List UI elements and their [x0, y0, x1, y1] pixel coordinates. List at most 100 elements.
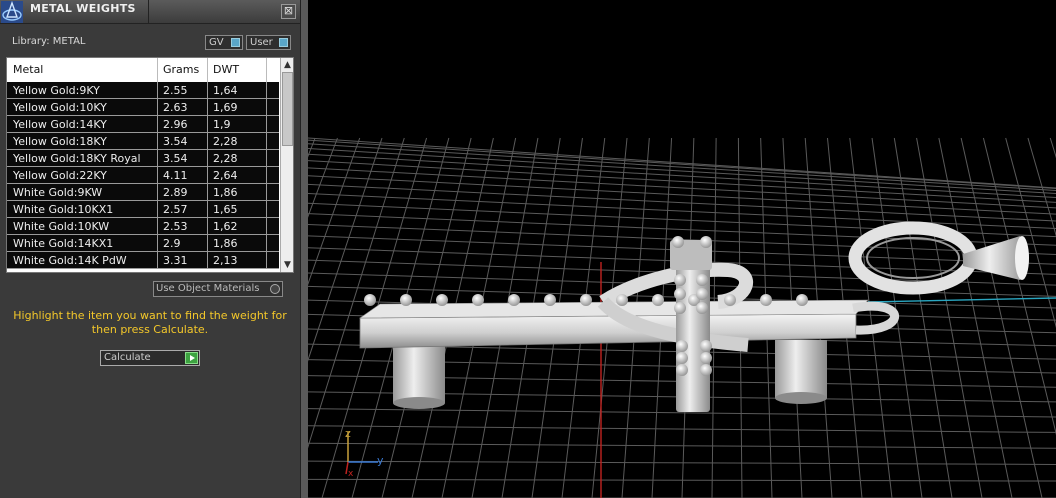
- prong-ball: [616, 294, 628, 306]
- prong-ball: [580, 294, 592, 306]
- cell-dwt: 1,86: [213, 237, 238, 250]
- cell-divider: [266, 218, 267, 235]
- cell-divider: [157, 252, 158, 269]
- cell-grams: 2.53: [163, 220, 188, 233]
- table-row[interactable]: Yellow Gold:18KY Royal 3.54 2,28: [7, 150, 279, 167]
- table-row[interactable]: White Gold:14K PdW 3.31 2,13: [7, 252, 279, 269]
- cell-divider: [266, 133, 267, 150]
- cell-dwt: 1,69: [213, 101, 238, 114]
- use-object-materials-checkbox[interactable]: Use Object Materials: [153, 281, 283, 297]
- cell-divider: [207, 116, 208, 133]
- cell-grams: 3.31: [163, 254, 188, 267]
- panel-splitter[interactable]: [300, 0, 308, 498]
- prong-ball: [700, 236, 712, 248]
- column-header-dwt[interactable]: DWT: [213, 63, 239, 76]
- table-row[interactable]: Yellow Gold:10KY 2.63 1,69: [7, 99, 279, 116]
- axis-y-label: y: [377, 454, 384, 467]
- key-pendant-model[interactable]: [359, 221, 1029, 412]
- prong-ball: [674, 274, 686, 286]
- scroll-down-icon[interactable]: ▼: [281, 259, 293, 271]
- cell-divider: [157, 99, 158, 116]
- table-row[interactable]: White Gold:10KX1 2.57 1,65: [7, 201, 279, 218]
- cell-divider: [266, 116, 267, 133]
- cell-divider: [157, 150, 158, 167]
- calculate-label: Calculate: [104, 352, 151, 363]
- prong-ball: [436, 294, 448, 306]
- table-row[interactable]: Yellow Gold:18KY 3.54 2,28: [7, 133, 279, 150]
- prong-ball: [672, 236, 684, 248]
- cell-grams: 4.11: [163, 169, 188, 182]
- cell-dwt: 1,65: [213, 203, 238, 216]
- cell-divider: [207, 99, 208, 116]
- play-arrow-icon[interactable]: [185, 352, 198, 364]
- cell-divider: [157, 184, 158, 201]
- table-row[interactable]: Yellow Gold:9KY 2.55 1,64: [7, 82, 279, 99]
- cell-divider: [157, 235, 158, 252]
- prong-ball: [696, 302, 708, 314]
- table-row[interactable]: White Gold:9KW 2.89 1,86: [7, 184, 279, 201]
- prong-ball: [544, 294, 556, 306]
- cell-dwt: 2,64: [213, 169, 238, 182]
- cell-grams: 2.55: [163, 84, 188, 97]
- prong-ball: [652, 294, 664, 306]
- cell-divider: [266, 201, 267, 218]
- gv-toggle[interactable]: GV: [205, 35, 243, 50]
- close-button[interactable]: ⊠: [281, 4, 296, 19]
- metal-table-body: Yellow Gold:9KY 2.55 1,64 Yellow Gold:10KY 2…: [7, 82, 279, 269]
- cell-divider: [207, 252, 208, 269]
- cell-grams: 2.57: [163, 203, 188, 216]
- table-row[interactable]: White Gold:10KW 2.53 1,62: [7, 218, 279, 235]
- column-divider: [266, 58, 267, 82]
- axis-x-label: x: [348, 469, 354, 479]
- cell-metal: Yellow Gold:9KY: [13, 84, 100, 97]
- cell-dwt: 1,64: [213, 84, 238, 97]
- calculate-button[interactable]: Calculate: [100, 350, 200, 366]
- cell-divider: [266, 150, 267, 167]
- prong-ball: [676, 340, 688, 352]
- column-header-metal[interactable]: Metal: [13, 63, 43, 76]
- prong-ball: [696, 274, 708, 286]
- cell-divider: [207, 184, 208, 201]
- prong-ball: [724, 294, 736, 306]
- cell-dwt: 2,13: [213, 254, 238, 267]
- cell-divider: [157, 116, 158, 133]
- cell-dwt: 2,28: [213, 135, 238, 148]
- viewport-canvas: z y x: [0, 137, 1056, 498]
- right-post-base: [775, 392, 827, 404]
- cell-dwt: 1,62: [213, 220, 238, 233]
- cell-divider: [157, 201, 158, 218]
- cell-divider: [266, 235, 267, 252]
- scroll-thumb[interactable]: [282, 72, 293, 146]
- cell-metal: Yellow Gold:18KY: [13, 135, 107, 148]
- table-row[interactable]: Yellow Gold:22KY 4.11 2,64: [7, 167, 279, 184]
- cell-grams: 2.96: [163, 118, 188, 131]
- table-scrollbar[interactable]: ▲ ▼: [280, 58, 293, 272]
- bar-end-loop: [852, 301, 899, 335]
- cell-dwt: 1,9: [213, 118, 231, 131]
- right-post: [775, 340, 827, 398]
- user-toggle[interactable]: User: [246, 35, 291, 50]
- 3d-viewport[interactable]: z y x: [0, 0, 1056, 498]
- cell-dwt: 2,28: [213, 152, 238, 165]
- cell-divider: [266, 167, 267, 184]
- cell-divider: [207, 218, 208, 235]
- prong-ball: [472, 294, 484, 306]
- cell-metal: Yellow Gold:18KY Royal: [13, 152, 141, 165]
- cell-divider: [266, 82, 267, 99]
- cell-divider: [157, 167, 158, 184]
- cell-divider: [157, 218, 158, 235]
- cell-divider: [207, 150, 208, 167]
- cell-grams: 2.9: [163, 237, 181, 250]
- scroll-up-icon[interactable]: ▲: [281, 59, 293, 71]
- cell-metal: White Gold:14K PdW: [13, 254, 127, 267]
- cell-metal: White Gold:10KX1: [13, 203, 114, 216]
- column-divider: [207, 58, 208, 82]
- title-divider: [148, 0, 149, 24]
- bail-cone-cap: [1015, 236, 1029, 280]
- app-logo-icon: [1, 1, 23, 23]
- column-header-grams[interactable]: Grams: [163, 63, 199, 76]
- instruction-text: Highlight the item you want to find the …: [13, 309, 287, 336]
- table-row[interactable]: White Gold:14KX1 2.9 1,86: [7, 235, 279, 252]
- table-row[interactable]: Yellow Gold:14KY 2.96 1,9: [7, 116, 279, 133]
- prong-ball: [674, 288, 686, 300]
